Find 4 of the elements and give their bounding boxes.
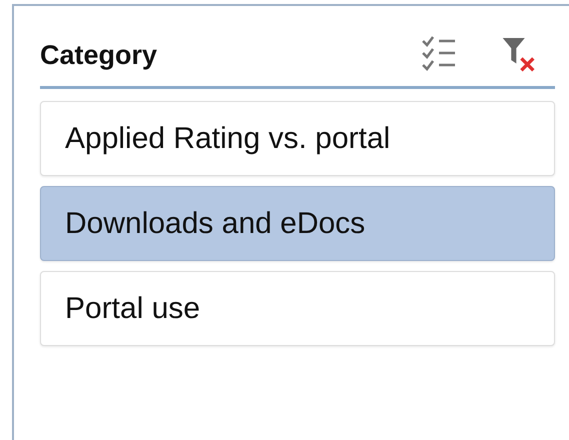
slicer-title: Category (40, 40, 158, 70)
slicer-item[interactable]: Downloads and eDocs (40, 186, 555, 261)
slicer-item[interactable]: Applied Rating vs. portal (40, 101, 555, 176)
slicer-item[interactable]: Portal use (40, 271, 555, 346)
